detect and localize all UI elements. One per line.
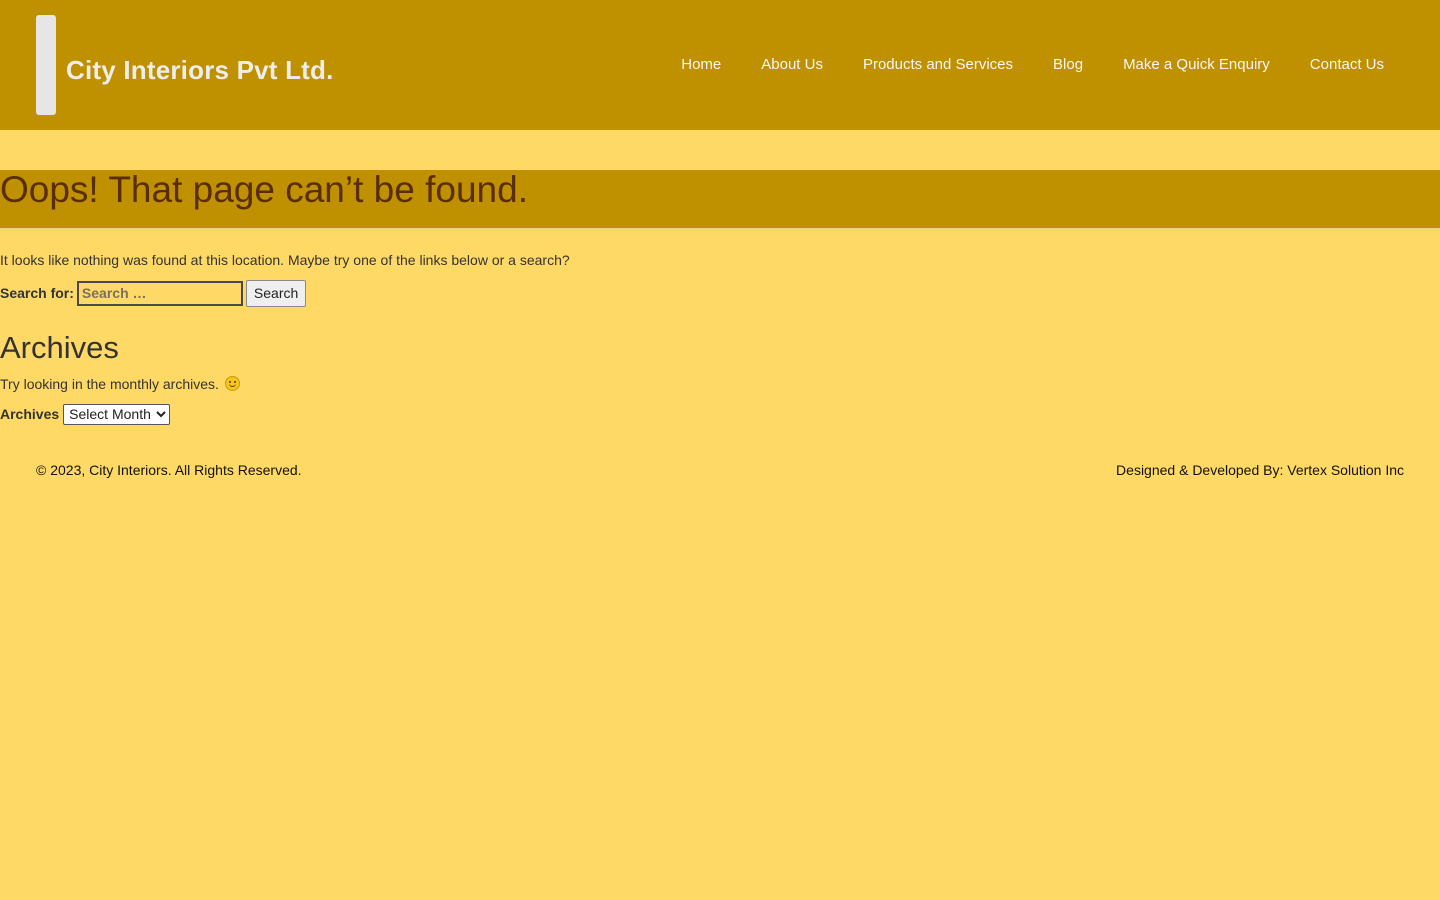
- nav-contact-us[interactable]: Contact Us: [1310, 54, 1384, 76]
- archives-select-label: Archives: [0, 406, 60, 422]
- search-button[interactable]: Search: [245, 279, 307, 307]
- archives-dropdown-row: Archives Select Month: [0, 403, 171, 425]
- search-input[interactable]: [76, 280, 243, 306]
- archives-select[interactable]: Select Month: [63, 403, 171, 425]
- archives-hint: Try looking in the monthly archives.: [0, 374, 240, 394]
- nav-home[interactable]: Home: [681, 54, 721, 76]
- archives-heading: Archives: [0, 330, 119, 365]
- nav-blog[interactable]: Blog: [1053, 54, 1083, 76]
- page-title: Oops! That page can’t be found.: [0, 169, 528, 210]
- archives-hint-text: Try looking in the monthly archives.: [0, 376, 219, 392]
- main-navigation: Home About Us Products and Services Blog…: [681, 54, 1384, 76]
- page-title-divider: [0, 228, 1440, 230]
- nav-quick-enquiry[interactable]: Make a Quick Enquiry: [1123, 54, 1270, 76]
- smiley-icon: [224, 376, 240, 391]
- footer-copyright: © 2023, City Interiors. All Rights Reser…: [36, 462, 302, 478]
- nav-products-and-services[interactable]: Products and Services: [863, 54, 1013, 76]
- site-title-link[interactable]: City Interiors Pvt Ltd.: [66, 52, 334, 88]
- site-logo[interactable]: [36, 15, 56, 115]
- footer-credit[interactable]: Designed & Developed By: Vertex Solution…: [1116, 460, 1404, 480]
- search-label: Search for:: [0, 285, 74, 301]
- not-found-message: It looks like nothing was found at this …: [0, 252, 570, 268]
- search-form: Search for: Search: [0, 279, 307, 307]
- site-header: City Interiors Pvt Ltd. Home About Us Pr…: [0, 0, 1440, 130]
- nav-about-us[interactable]: About Us: [761, 54, 823, 76]
